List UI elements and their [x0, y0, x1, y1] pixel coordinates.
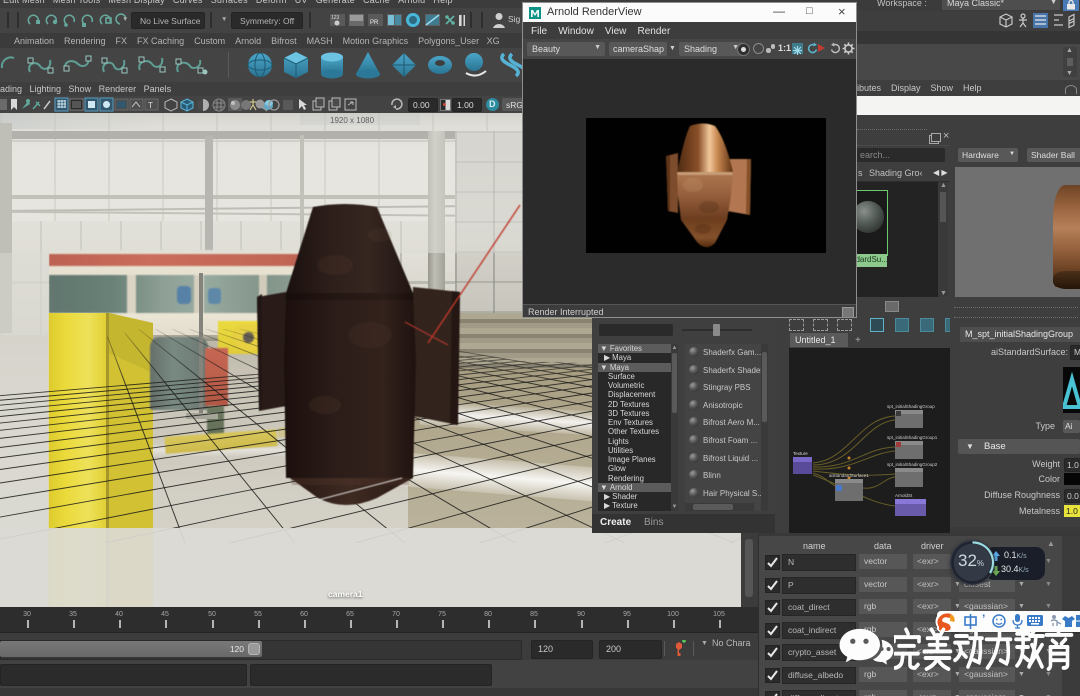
svg-text:T: T	[148, 101, 153, 110]
svg-text:PR: PR	[370, 20, 379, 26]
svg-text:123: 123	[331, 15, 340, 21]
